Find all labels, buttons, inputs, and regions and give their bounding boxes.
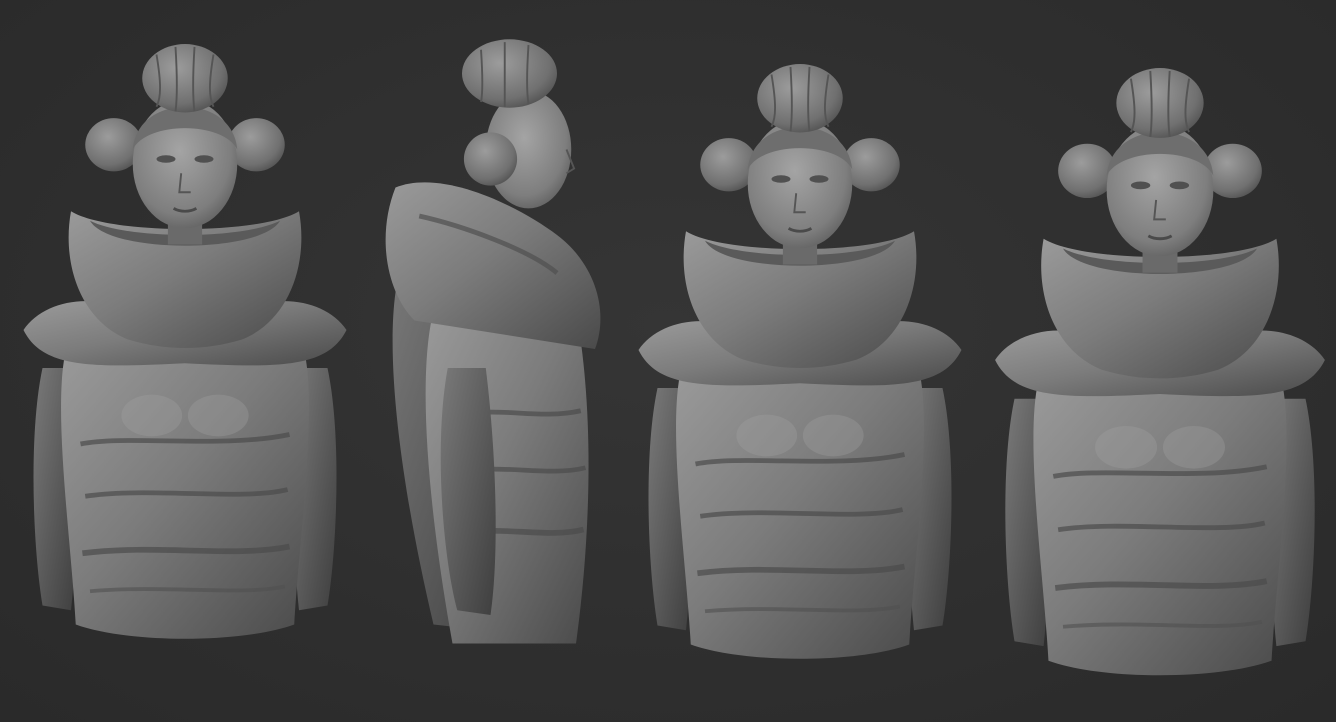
bust-three-quarter-left-view xyxy=(639,64,962,659)
bust-front-view xyxy=(23,44,346,639)
sculpt-render xyxy=(0,0,1336,722)
bust-three-quarter-right-view xyxy=(995,68,1325,675)
bust-side-view xyxy=(386,39,601,643)
sculpt-viewport xyxy=(0,0,1336,722)
